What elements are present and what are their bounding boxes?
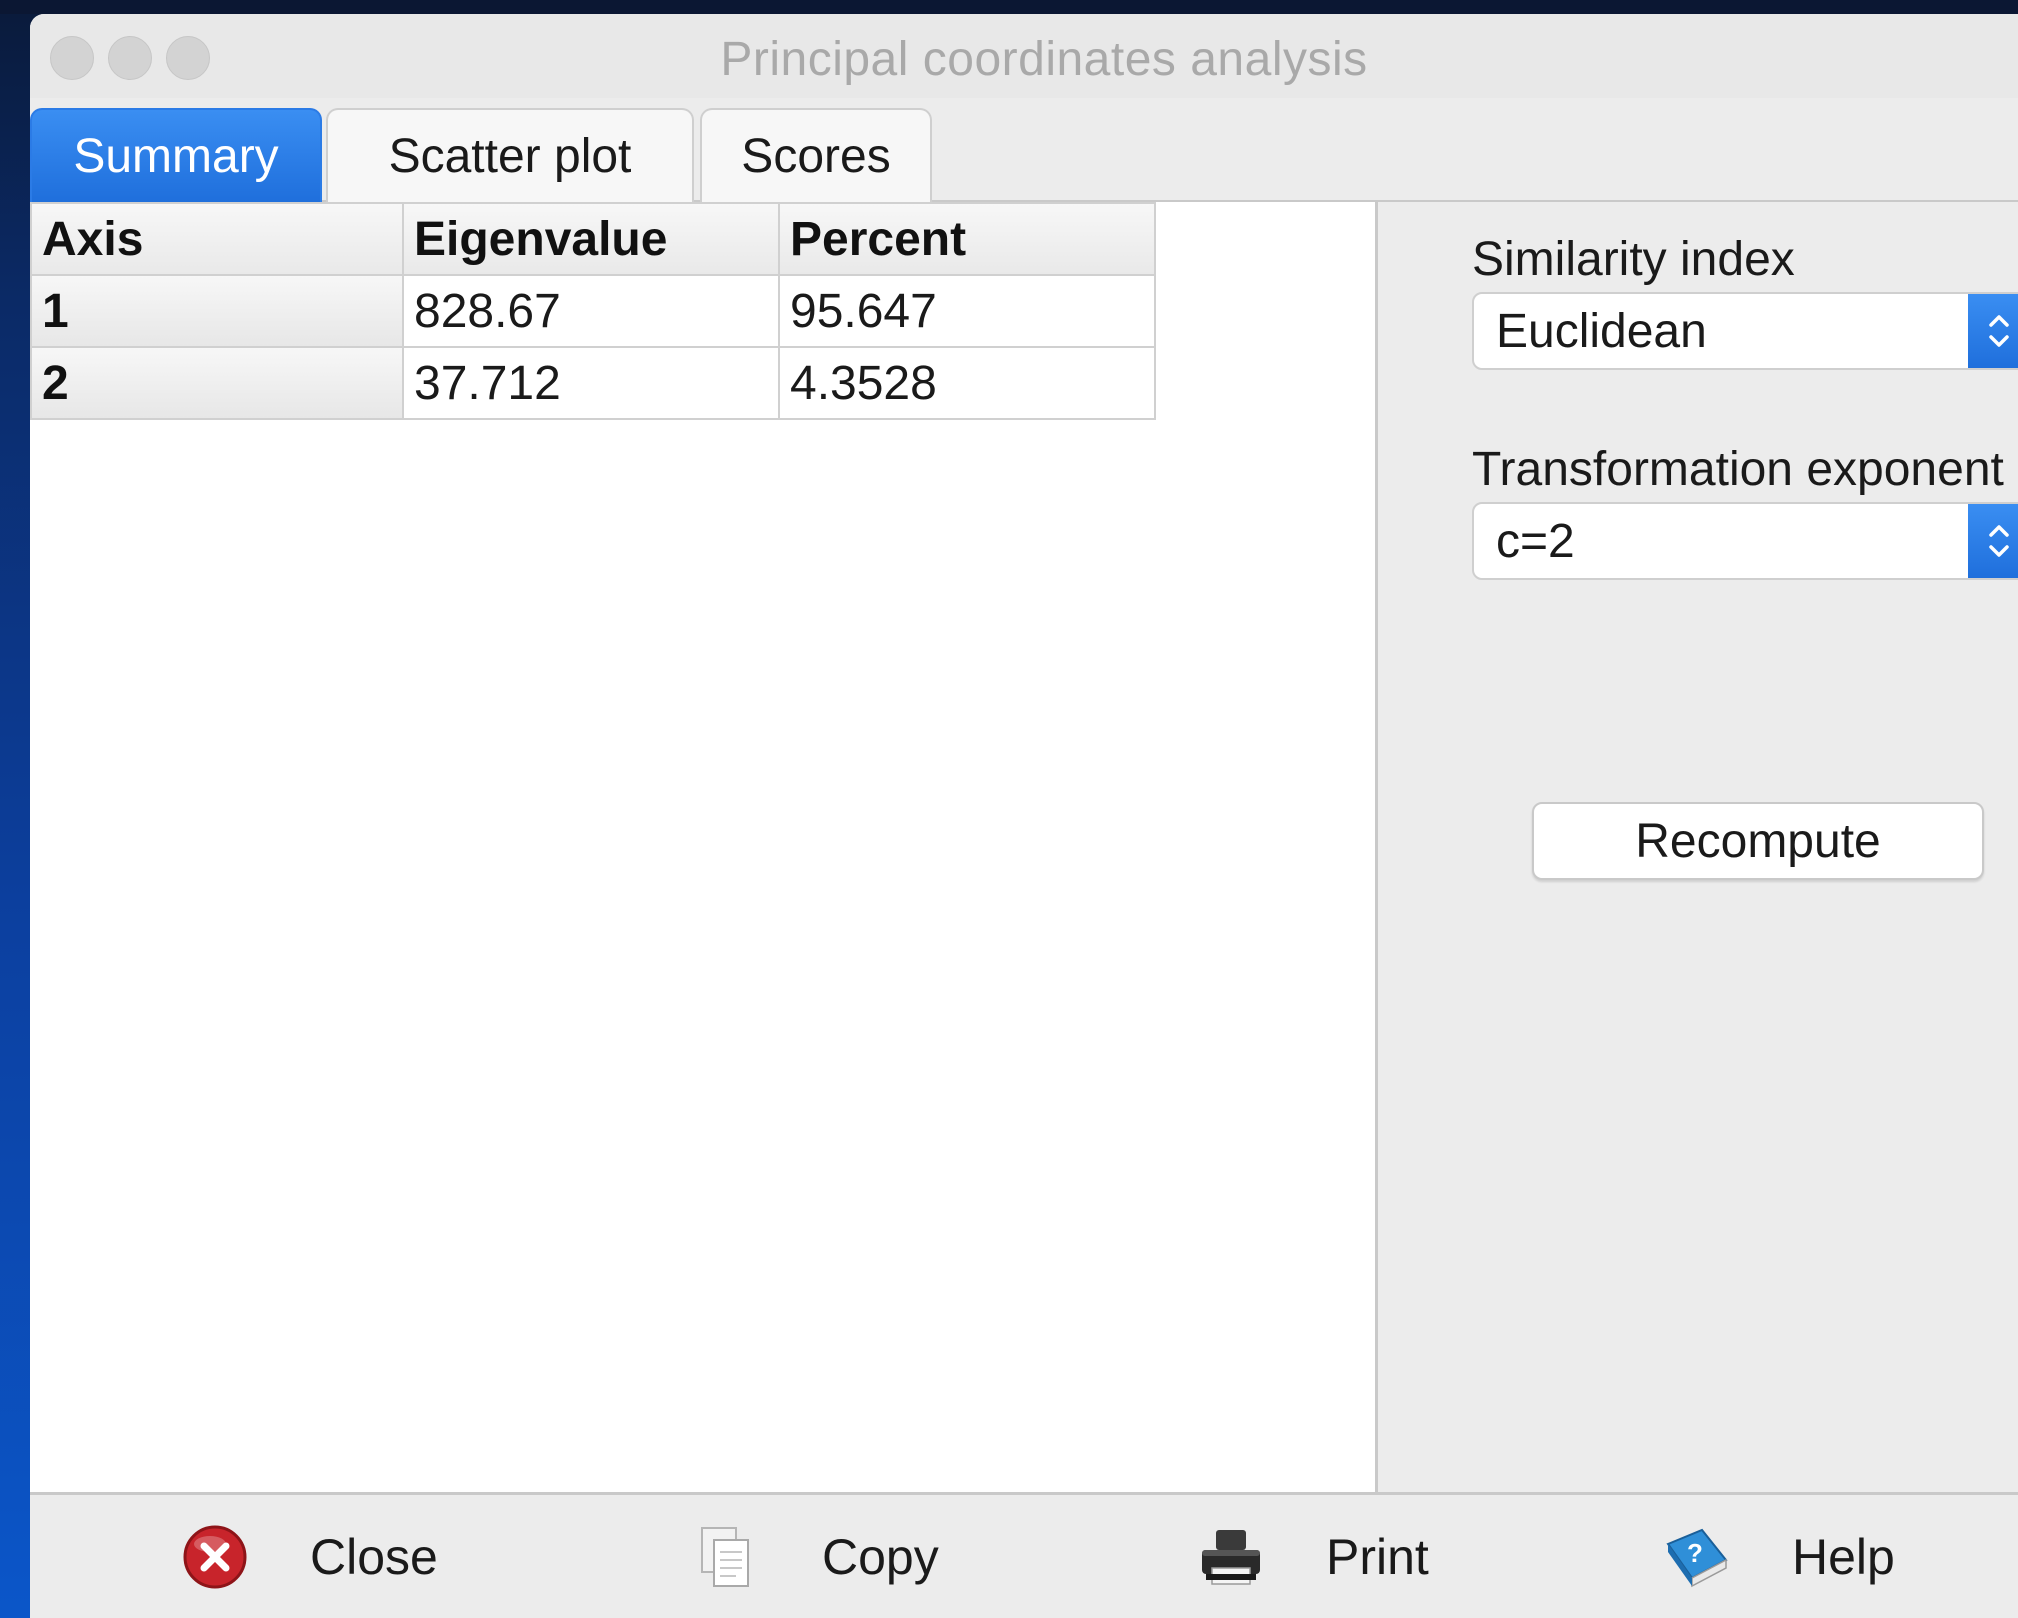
summary-table: Axis Eigenvalue Percent 1 828.67 95.647 …	[30, 202, 1156, 420]
table-header-row: Axis Eigenvalue Percent	[30, 202, 1156, 276]
printer-icon	[1196, 1522, 1266, 1592]
recompute-button[interactable]: Recompute	[1532, 802, 1984, 880]
copy-label: Copy	[822, 1528, 939, 1585]
tab-scatter-plot[interactable]: Scatter plot	[326, 108, 694, 202]
close-label: Close	[310, 1528, 438, 1585]
similarity-index-select[interactable]: Euclidean	[1472, 292, 2018, 370]
window-title: Principal coordinates analysis	[720, 33, 1368, 86]
tab-bar: Summary Scatter plot Scores	[30, 98, 2018, 202]
summary-panel: Axis Eigenvalue Percent 1 828.67 95.647 …	[30, 202, 1378, 1492]
transformation-exponent-select[interactable]: c=2	[1472, 502, 2018, 580]
column-header-eigenvalue[interactable]: Eigenvalue	[402, 202, 780, 276]
close-button[interactable]: Close	[180, 1495, 438, 1618]
print-label: Print	[1326, 1528, 1429, 1585]
percent-cell[interactable]: 95.647	[778, 274, 1156, 348]
copy-icon	[692, 1522, 762, 1592]
chevron-up-down-icon	[1968, 504, 2018, 578]
help-book-icon: ?	[1662, 1522, 1732, 1592]
title-bar: Principal coordinates analysis	[30, 14, 2018, 98]
desktop-background	[0, 0, 2018, 14]
table-row: 1 828.67 95.647	[30, 274, 1156, 348]
help-button[interactable]: ? Help	[1662, 1495, 1895, 1618]
row-header-axis[interactable]: 2	[30, 346, 404, 420]
print-button[interactable]: Print	[1196, 1495, 1429, 1618]
column-header-percent[interactable]: Percent	[778, 202, 1156, 276]
percent-cell[interactable]: 4.3528	[778, 346, 1156, 420]
eigenvalue-cell[interactable]: 37.712	[402, 346, 780, 420]
table-row: 2 37.712 4.3528	[30, 346, 1156, 420]
bottom-toolbar: Close Copy Print ? Help	[30, 1492, 2018, 1618]
options-panel: Similarity index Euclidean Transformatio…	[1378, 202, 2018, 1492]
tab-summary[interactable]: Summary	[30, 108, 322, 202]
transformation-exponent-label: Transformation exponent	[1472, 443, 2004, 496]
column-header-axis[interactable]: Axis	[30, 202, 404, 276]
tab-scores[interactable]: Scores	[700, 108, 932, 202]
close-icon	[180, 1522, 250, 1592]
eigenvalue-cell[interactable]: 828.67	[402, 274, 780, 348]
svg-text:?: ?	[1687, 1538, 1703, 1568]
pcoa-window: Principal coordinates analysis Summary S…	[30, 14, 2018, 1618]
chevron-up-down-icon	[1968, 294, 2018, 368]
copy-button[interactable]: Copy	[692, 1495, 939, 1618]
transformation-exponent-value: c=2	[1496, 514, 1575, 568]
similarity-index-label: Similarity index	[1472, 233, 1795, 286]
similarity-index-value: Euclidean	[1496, 304, 1707, 358]
help-label: Help	[1792, 1528, 1895, 1585]
row-header-axis[interactable]: 1	[30, 274, 404, 348]
